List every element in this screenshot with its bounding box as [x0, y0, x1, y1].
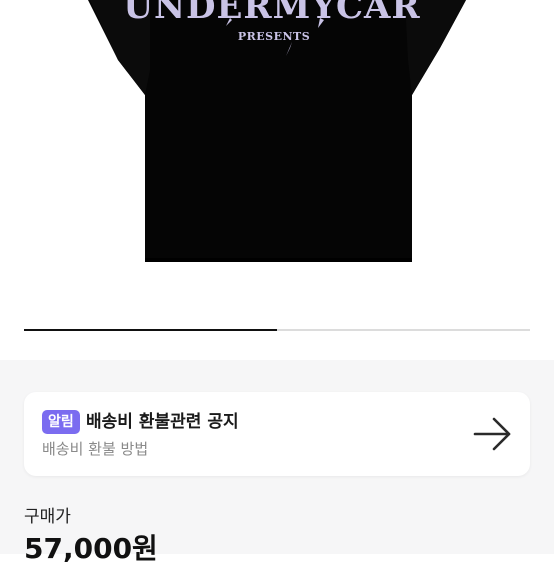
shirt-print-subtext: PRESENTS [238, 30, 310, 43]
notice-badge: 알림 [42, 410, 80, 434]
arrow-right-icon[interactable] [472, 414, 514, 454]
price-value: 57,000원 [24, 532, 158, 565]
product-image: UNDERMYCAR PRESENTS [88, 0, 466, 262]
shirt-print-text: UNDERMYCAR [123, 0, 420, 27]
notice-subtitle: 배송비 환불 방법 [42, 440, 149, 458]
carousel-progress-fill [24, 329, 277, 331]
carousel-progress-track[interactable] [24, 329, 530, 331]
product-image-area[interactable]: UNDERMYCAR PRESENTS [0, 0, 554, 360]
price-label: 구매가 [24, 507, 71, 527]
notice-card[interactable]: 알림 배송비 환불관련 공지 배송비 환불 방법 [24, 392, 530, 476]
notice-title: 배송비 환불관련 공지 [86, 412, 239, 432]
